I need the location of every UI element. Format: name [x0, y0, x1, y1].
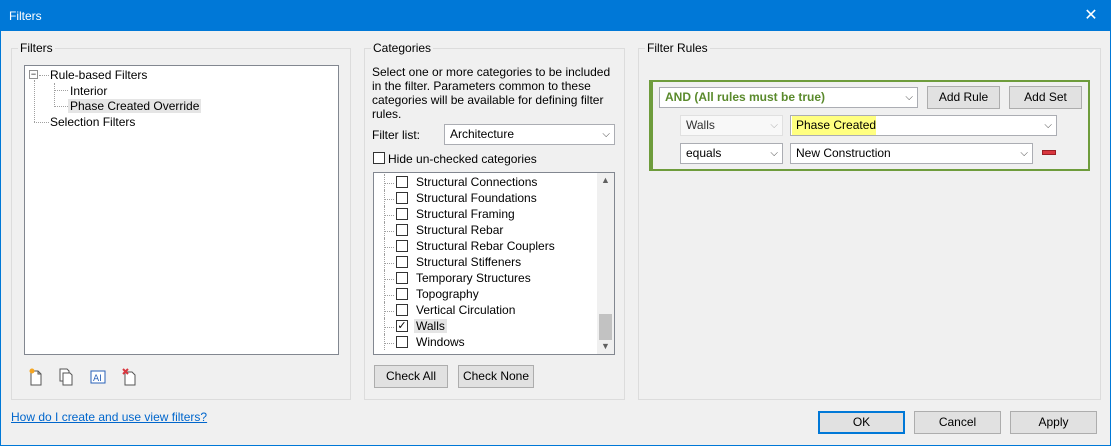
add-set-button[interactable]: Add Set: [1009, 86, 1082, 109]
and-combo-value: AND (All rules must be true): [665, 90, 826, 104]
help-link[interactable]: How do I create and use view filters?: [11, 410, 207, 424]
duplicate-filter-icon[interactable]: [58, 368, 74, 386]
category-item[interactable]: ✓ Walls: [374, 318, 596, 334]
tree-item-phase-override[interactable]: Phase Created Override: [68, 99, 202, 113]
category-label: Structural Rebar: [416, 223, 504, 237]
category-checkbox[interactable]: [396, 256, 408, 268]
category-item[interactable]: Structural Stiffeners: [374, 254, 596, 270]
delete-filter-icon[interactable]: [122, 368, 138, 386]
rule-value-text: New Construction: [796, 146, 891, 160]
chevron-down-icon: ⌵: [770, 120, 778, 131]
category-checkbox[interactable]: [396, 224, 408, 236]
categories-scrollbar[interactable]: ▲ ▼: [597, 173, 614, 354]
category-label: Temporary Structures: [416, 271, 531, 285]
category-item[interactable]: Structural Connections: [374, 174, 596, 190]
category-checkbox[interactable]: ✓: [396, 320, 408, 332]
category-checkbox[interactable]: [396, 240, 408, 252]
chevron-down-icon: ⌵: [1020, 148, 1028, 159]
chevron-down-icon: ⌵: [905, 92, 913, 103]
tree-item-interior[interactable]: Interior: [70, 84, 107, 98]
categories-group-title: Categories: [371, 41, 434, 55]
apply-button[interactable]: Apply: [1010, 411, 1097, 434]
category-item[interactable]: Structural Framing: [374, 206, 596, 222]
category-label: Topography: [416, 287, 479, 301]
filter-list-value: Architecture: [450, 127, 515, 141]
category-checkbox[interactable]: [396, 336, 408, 348]
category-label: Vertical Circulation: [416, 303, 516, 317]
category-checkbox[interactable]: [396, 208, 408, 220]
rule-category-value: Walls: [686, 118, 715, 132]
rule-operator-combo[interactable]: equals ⌵: [680, 143, 783, 164]
scroll-down-icon[interactable]: ▼: [601, 341, 610, 351]
rule-parameter-combo[interactable]: Phase Created ⌵: [790, 115, 1057, 136]
category-label: Structural Foundations: [416, 191, 537, 205]
category-label: Structural Stiffeners: [416, 255, 522, 269]
and-combo[interactable]: AND (All rules must be true) ⌵: [659, 87, 918, 108]
close-icon[interactable]: ✕: [1081, 5, 1101, 25]
category-label: Windows: [416, 335, 465, 349]
filter-rules-group-title: Filter Rules: [645, 41, 710, 55]
rule-value-combo[interactable]: New Construction ⌵: [790, 143, 1033, 164]
filter-list-dropdown[interactable]: Architecture ⌵: [444, 124, 615, 145]
category-item[interactable]: Structural Rebar: [374, 222, 596, 238]
category-label: Walls: [414, 319, 447, 333]
categories-list[interactable]: Structural Connections Structural Foundat…: [373, 172, 615, 355]
rule-operator-value: equals: [686, 146, 722, 160]
window-title: Filters: [9, 9, 42, 23]
check-all-button[interactable]: Check All: [374, 365, 448, 388]
rule-category-combo[interactable]: Walls ⌵: [680, 115, 783, 136]
category-item[interactable]: Topography: [374, 286, 596, 302]
rename-filter-icon[interactable]: AI: [90, 368, 106, 386]
category-label: Structural Connections: [416, 175, 538, 189]
chevron-down-icon: ⌵: [602, 129, 610, 140]
category-label: Structural Rebar Couplers: [416, 239, 555, 253]
add-rule-button[interactable]: Add Rule: [927, 86, 1000, 109]
chevron-down-icon: ⌵: [770, 148, 778, 159]
scrollbar-thumb[interactable]: [599, 314, 612, 340]
category-checkbox[interactable]: [396, 272, 408, 284]
category-item[interactable]: Vertical Circulation: [374, 302, 596, 318]
new-filter-icon[interactable]: [28, 368, 44, 386]
hide-unchecked-label: Hide un-checked categories: [388, 152, 537, 166]
category-checkbox[interactable]: [396, 192, 408, 204]
category-item[interactable]: Temporary Structures: [374, 270, 596, 286]
rule-parameter-value: Phase Created: [792, 116, 876, 135]
category-checkbox[interactable]: [396, 288, 408, 300]
categories-description: Select one or more categories to be incl…: [372, 65, 611, 121]
filter-list-label: Filter list:: [372, 128, 420, 142]
title-bar: Filters ✕: [0, 0, 1111, 31]
category-label: Structural Framing: [416, 207, 515, 221]
category-item[interactable]: Structural Foundations: [374, 190, 596, 206]
tree-item-selection[interactable]: Selection Filters: [50, 115, 135, 129]
category-checkbox[interactable]: [396, 304, 408, 316]
category-item[interactable]: Windows: [374, 334, 596, 350]
scroll-up-icon[interactable]: ▲: [601, 175, 610, 185]
ok-button[interactable]: OK: [818, 411, 905, 434]
cancel-button[interactable]: Cancel: [914, 411, 1001, 434]
check-none-button[interactable]: Check None: [458, 365, 534, 388]
category-checkbox[interactable]: [396, 176, 408, 188]
filters-group-title: Filters: [18, 41, 55, 55]
chevron-down-icon: ⌵: [1044, 120, 1052, 131]
hide-unchecked-checkbox[interactable]: [373, 152, 385, 164]
collapse-icon[interactable]: −: [29, 70, 38, 79]
filters-tree[interactable]: − Rule-based Filters Interior Phase Crea…: [24, 65, 339, 355]
svg-text:AI: AI: [93, 374, 102, 384]
tree-item-rule-based[interactable]: Rule-based Filters: [50, 68, 147, 82]
remove-rule-icon[interactable]: [1042, 150, 1056, 155]
category-item[interactable]: Structural Rebar Couplers: [374, 238, 596, 254]
